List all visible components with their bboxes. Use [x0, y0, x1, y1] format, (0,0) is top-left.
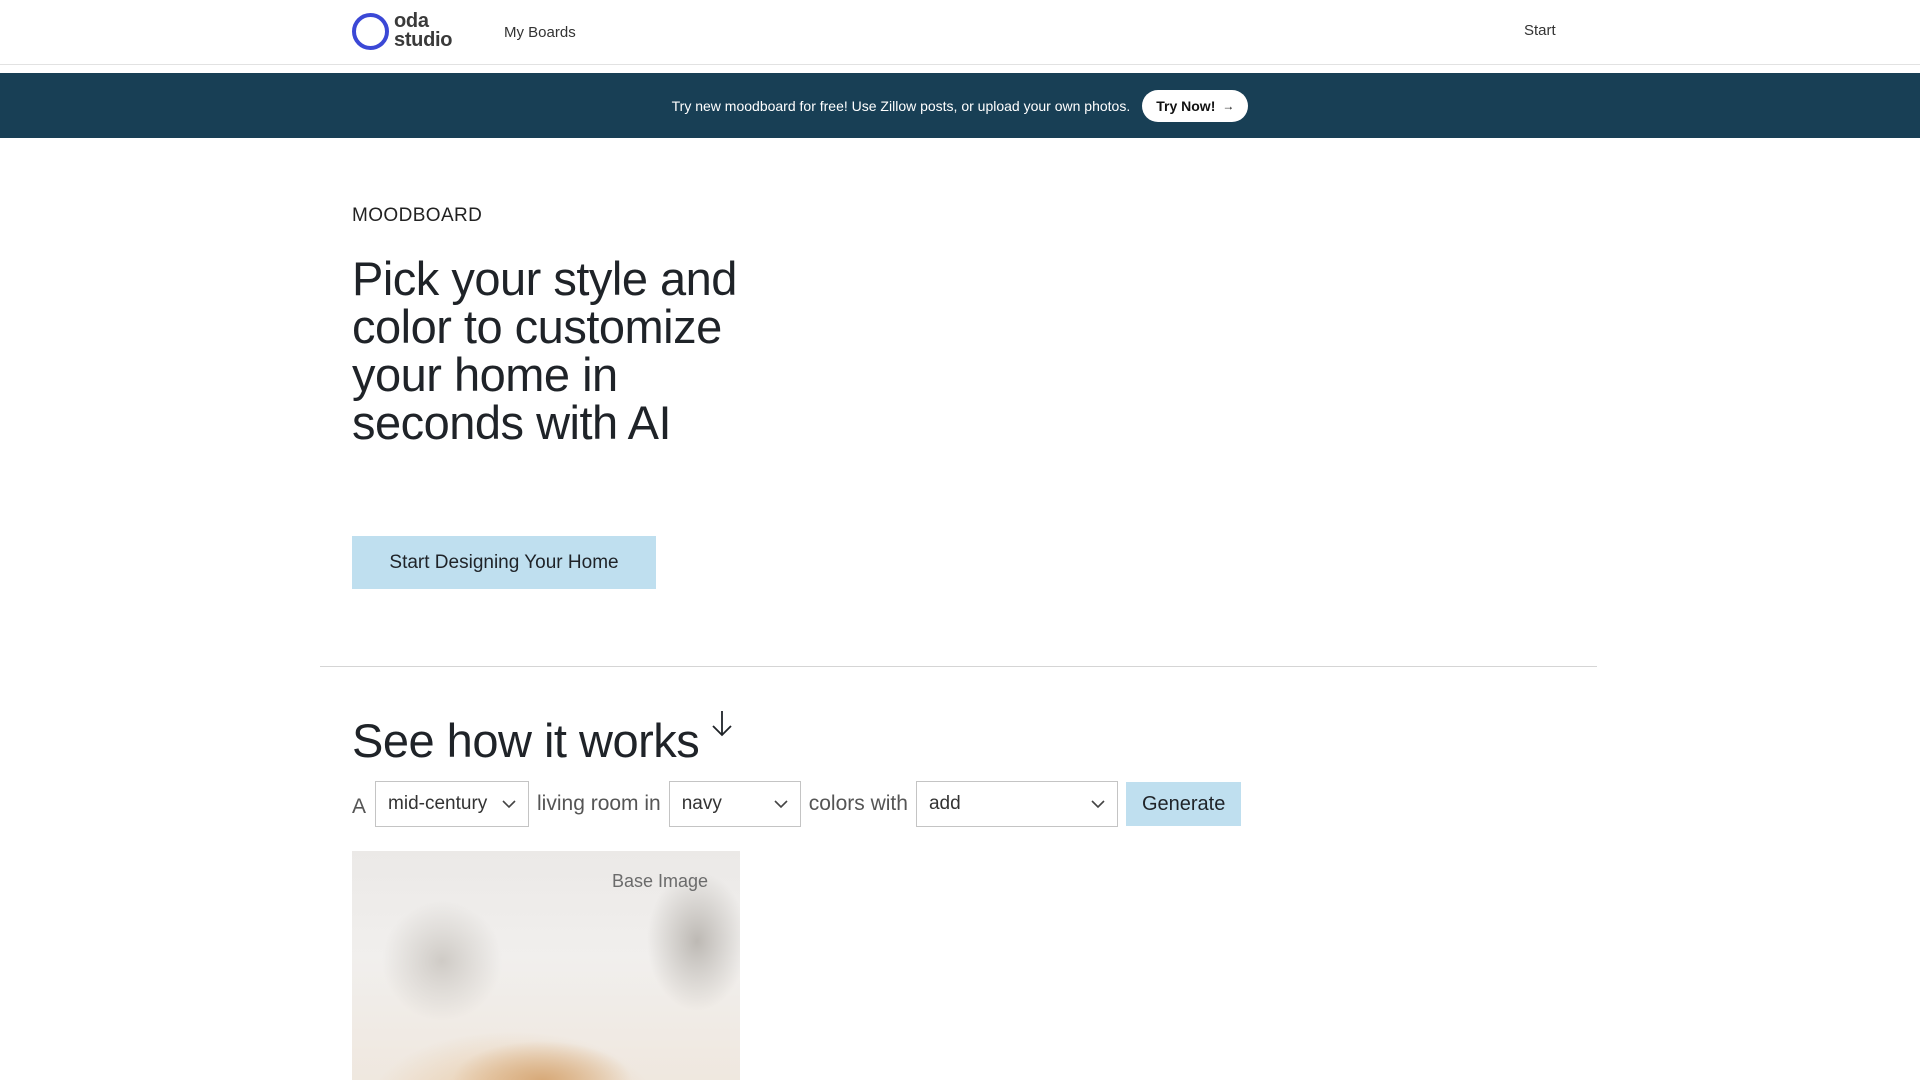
section-divider — [320, 666, 1597, 667]
try-now-button[interactable]: Try Now! → — [1142, 89, 1249, 122]
chevron-down-icon — [502, 799, 516, 808]
arrow-right-icon: → — [1222, 98, 1235, 113]
arrow-down-icon — [712, 711, 732, 737]
nav-my-boards[interactable]: My Boards — [504, 24, 576, 41]
color-select[interactable]: navy — [668, 781, 801, 827]
base-image-label: Base Image — [611, 871, 708, 891]
word-colors-with: colors with — [808, 792, 908, 815]
nav-start[interactable]: Start — [1524, 22, 1556, 39]
style-select[interactable]: mid-century — [375, 781, 530, 827]
prompt-builder: A mid-century living room in navy colors… — [352, 781, 1242, 827]
how-it-works-text: See how it works — [352, 714, 700, 767]
site-header: oda studio My Boards Start — [0, 0, 1920, 65]
how-it-works-title: See how it works — [352, 711, 733, 769]
word-a: A — [352, 795, 367, 818]
generate-button[interactable]: Generate — [1125, 782, 1242, 826]
logo-line-studio: studio — [394, 29, 453, 51]
style-select-value: mid-century — [388, 793, 488, 814]
word-living-room-in: living room in — [537, 792, 661, 815]
oda-studio-logo[interactable]: oda studio — [352, 11, 453, 51]
add-select[interactable]: add — [915, 781, 1118, 827]
chevron-down-icon — [774, 799, 788, 808]
banner-text: Try new moodboard for free! Use Zillow p… — [671, 97, 1131, 114]
logo-wordmark: oda studio — [394, 11, 453, 51]
base-image-preview: Base Image — [352, 851, 740, 1080]
promo-banner: Try new moodboard for free! Use Zillow p… — [0, 73, 1920, 138]
color-select-value: navy — [681, 793, 722, 814]
add-select-value: add — [928, 793, 961, 814]
section-eyebrow: MOODBOARD — [352, 205, 483, 226]
ring-logo-icon — [352, 12, 389, 50]
start-designing-button[interactable]: Start Designing Your Home — [352, 536, 656, 589]
hero-headline: Pick your style and color to customize y… — [352, 252, 737, 449]
try-now-label: Try Now! — [1156, 97, 1216, 114]
chevron-down-icon — [1091, 799, 1105, 808]
